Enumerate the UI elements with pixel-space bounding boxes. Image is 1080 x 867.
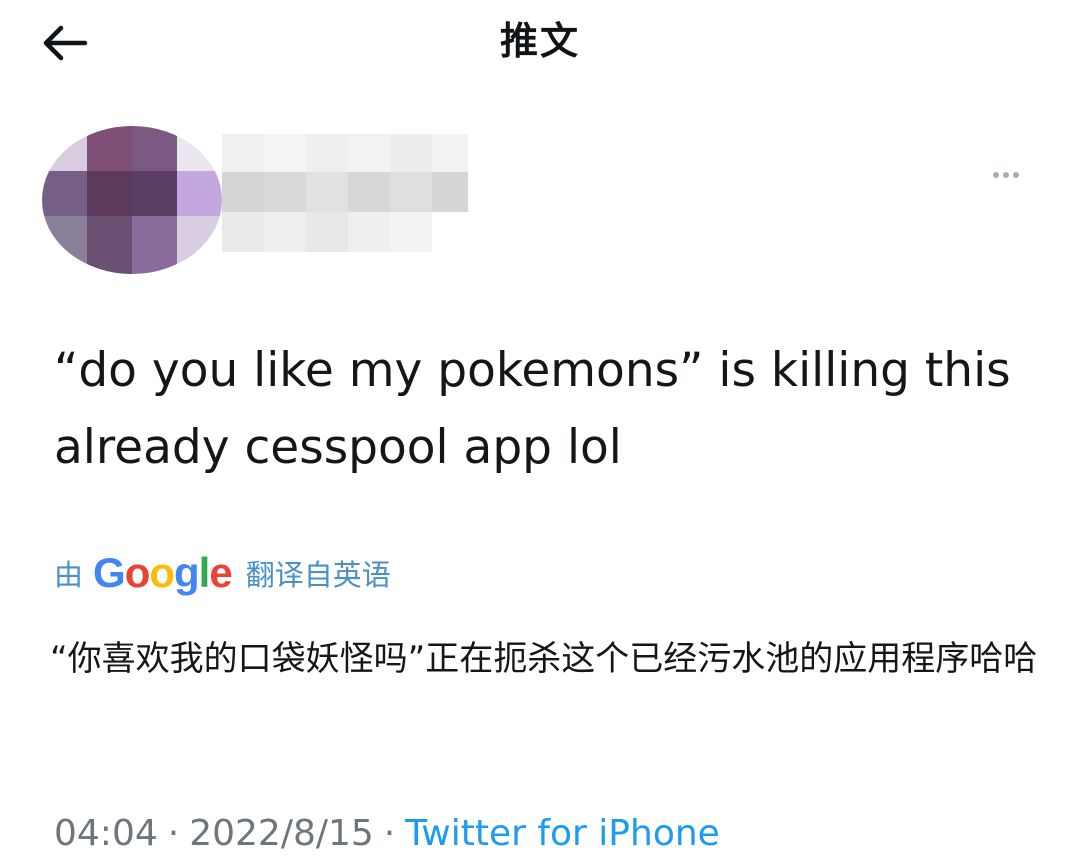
tweet-metadata: 04:04 · 2022/8/15 · Twitter for iPhone [54,806,720,860]
google-logo-letter: l [198,549,211,596]
google-logo-letter: o [124,549,151,596]
avatar[interactable] [42,126,222,274]
translated-from-link[interactable]: 翻译自英语 [246,552,391,594]
tweet-time: 04:04 [54,812,158,854]
tweet-date: 2022/8/15 [189,812,374,854]
google-logo-letter: g [174,549,200,596]
translated-by-label: 由 [54,558,84,592]
tweet-text: “do you like my pokemons” is killing thi… [54,343,1011,475]
translation-attribution: 由 Google 翻译自英语 [54,546,391,600]
page-title: 推文 [499,19,580,63]
google-logo-letter: G [93,549,126,596]
top-bar: 推文 [0,0,1080,90]
tweet-source-link[interactable]: Twitter for iPhone [405,813,720,854]
more-horizontal-icon [993,172,999,178]
translated-tweet-text: “你喜欢我的口袋妖怪吗”正在扼杀这个已经污水池的应用程序哈哈 [50,639,1038,679]
author-blurred-area[interactable] [42,126,472,274]
google-logo-letter: e [209,549,232,596]
google-logo: Google [93,546,233,600]
separator: · [167,812,180,854]
more-options-button[interactable] [978,158,1034,192]
google-logo-letter: o [149,549,175,596]
separator: · [383,812,396,854]
